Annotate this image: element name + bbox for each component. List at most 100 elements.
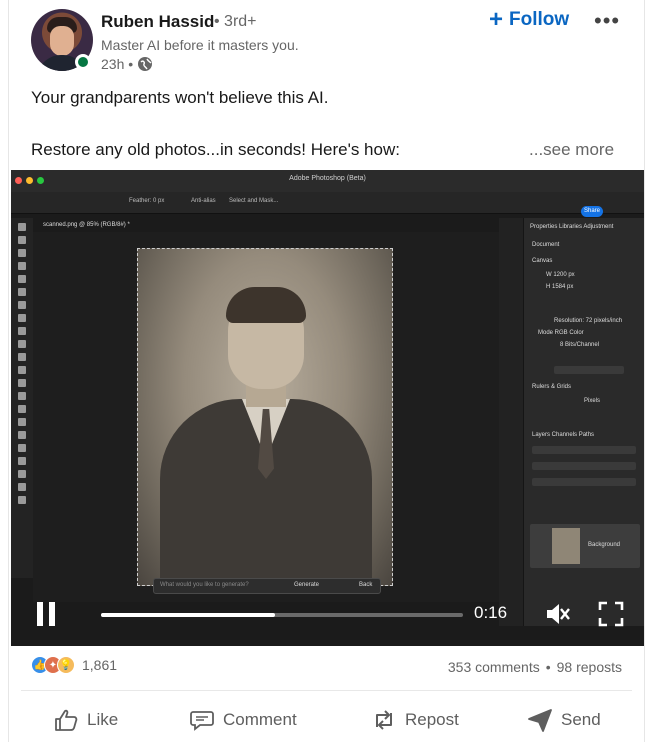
panel-units: Pixels <box>584 398 601 404</box>
comment-icon <box>190 711 214 731</box>
mute-icon[interactable] <box>543 600 571 628</box>
panel-document: Document <box>532 242 560 248</box>
hand-tool-icon <box>18 470 26 478</box>
reaction-count: 1,861 <box>82 657 118 673</box>
photoshop-title: Adobe Photoshop (Beta) <box>289 175 366 182</box>
panel-width: W 1200 px <box>546 272 575 278</box>
heal-tool-icon <box>18 314 26 322</box>
type-tool-icon <box>18 431 26 439</box>
photoshop-toolbar <box>11 218 33 578</box>
wand-tool-icon <box>18 262 26 270</box>
repost-label: Repost <box>405 710 459 729</box>
portrait-hair <box>226 287 306 323</box>
brush-tool-icon <box>18 327 26 335</box>
zoom-tool-icon <box>18 483 26 491</box>
see-more-link[interactable]: ...see more <box>529 140 614 160</box>
marquee-tool-icon <box>18 236 26 244</box>
follow-label: Follow <box>509 9 570 30</box>
old-portrait-photo <box>137 248 393 587</box>
post-text-line-2: Restore any old photos...in seconds! Her… <box>31 140 400 159</box>
dodge-tool-icon <box>18 405 26 413</box>
photoshop-share-button: Share <box>581 206 603 217</box>
move-tool-icon <box>18 223 26 231</box>
like-button[interactable]: Like <box>53 707 118 733</box>
send-label: Send <box>561 710 601 729</box>
comment-label: Comment <box>223 710 297 729</box>
panel-bits: 8 Bits/Channel <box>560 342 600 348</box>
send-icon <box>528 709 552 732</box>
repost-button[interactable]: Repost <box>371 707 459 733</box>
photoshop-properties-panel: Properties Libraries Adjustment Document… <box>523 218 644 626</box>
panel-rulers-heading: Rulers & Grids <box>532 384 572 390</box>
photoshop-panel-strip <box>499 218 523 626</box>
photoshop-titlebar: Adobe Photoshop (Beta) <box>11 170 644 192</box>
shape-tool-icon <box>18 457 26 465</box>
post-time: 23h • <box>101 56 134 72</box>
panel-tabs: Properties Libraries Adjustment <box>530 224 614 230</box>
back-button: Back <box>359 582 373 588</box>
frame-tool-icon <box>18 288 26 296</box>
photoshop-options-bar: Feather: 0 px Anti-alias Select and Mask… <box>11 192 644 214</box>
panel-resolution: Resolution: 72 pixels/inch <box>554 318 623 324</box>
document-tab: scanned.png @ 85% (RGB/8#) * <box>43 222 130 228</box>
like-label: Like <box>87 710 119 729</box>
layers-filter-field <box>532 446 636 454</box>
video-progress-bar[interactable] <box>101 613 463 617</box>
layer-name: Background <box>588 542 621 548</box>
feather-option: Feather: 0 px <box>129 198 165 204</box>
video-player[interactable]: Adobe Photoshop (Beta) Feather: 0 px Ant… <box>11 170 644 646</box>
select-mask-option: Select and Mask... <box>229 198 279 204</box>
pause-bar-right <box>49 602 55 626</box>
lasso-tool-icon <box>18 249 26 257</box>
eraser-tool-icon <box>18 366 26 374</box>
antialias-option: Anti-alias <box>191 198 216 204</box>
actions-divider <box>21 690 632 691</box>
repost-icon <box>376 710 392 730</box>
background-layer: Background <box>530 524 640 568</box>
stats-separator: • <box>545 659 551 675</box>
video-progress-fill <box>101 613 275 617</box>
stamp-tool-icon <box>18 340 26 348</box>
send-button[interactable]: Send <box>527 707 601 733</box>
eyedropper-tool-icon <box>18 301 26 309</box>
reposts-count[interactable]: 98 reposts <box>557 659 622 675</box>
generate-prompt-input: What would you like to generate? <box>160 582 249 588</box>
connection-degree: • 3rd+ <box>214 13 257 30</box>
layers-tabs: Layers Channels Paths <box>532 432 595 438</box>
video-time: 0:16 <box>474 603 508 622</box>
fullscreen-icon[interactable] <box>598 601 624 627</box>
panel-mode: Mode RGB Color <box>538 330 584 336</box>
globe-icon <box>138 57 153 71</box>
comment-button[interactable]: Comment <box>189 707 297 733</box>
history-tool-icon <box>18 353 26 361</box>
comments-count[interactable]: 353 comments <box>448 659 540 675</box>
layer-thumbnail <box>552 528 580 564</box>
background-color-field <box>554 366 624 374</box>
panel-canvas-heading: Canvas <box>532 258 553 264</box>
online-status-badge <box>75 54 91 70</box>
insightful-icon: 💡 <box>57 656 75 674</box>
layers-blend-field <box>532 462 636 470</box>
blur-tool-icon <box>18 392 26 400</box>
generate-button: Generate <box>294 582 320 588</box>
author-name[interactable]: Ruben Hassid <box>101 12 214 32</box>
pen-tool-icon <box>18 418 26 426</box>
follow-button[interactable]: + Follow <box>489 6 570 33</box>
avatar-face <box>50 26 74 56</box>
path-tool-icon <box>18 444 26 452</box>
plus-icon: + <box>489 6 504 33</box>
engagement-stats: 353 comments • 98 reposts <box>448 659 622 675</box>
layers-lock-row <box>532 478 636 486</box>
more-options-button[interactable]: ••• <box>594 8 620 34</box>
panel-height: H 1584 px <box>546 284 574 290</box>
crop-tool-icon <box>18 275 26 283</box>
thumbs-up-icon <box>55 709 78 731</box>
pause-button[interactable] <box>35 602 59 626</box>
post-text-line-1: Your grandparents won't believe this AI. <box>31 88 329 107</box>
generative-fill-bar: What would you like to generate? Generat… <box>153 578 381 594</box>
more-tools-icon <box>18 496 26 504</box>
gradient-tool-icon <box>18 379 26 387</box>
author-headline: Master AI before it masters you. <box>101 37 299 53</box>
reactions-summary[interactable]: 👍 ✦ 💡 1,861 <box>31 656 117 674</box>
pause-bar-left <box>37 602 43 626</box>
